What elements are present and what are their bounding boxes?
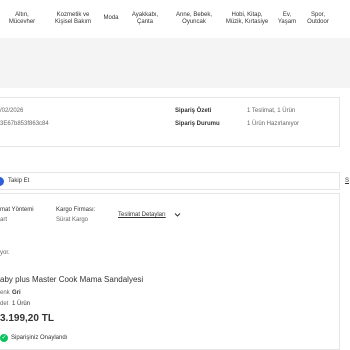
- nav-item-sport-outdoor[interactable]: Spor, Outdoor: [304, 0, 332, 38]
- delivery-method-value: art: [0, 217, 8, 223]
- nav-item-home-living[interactable]: Ev, Yaşam: [274, 0, 300, 38]
- order-status-label: Sipariş Durumu: [175, 121, 220, 127]
- order-status-value: 1 Ürün Hazırlanıyor: [247, 121, 300, 127]
- delivery-method-label: mat Yöntemi: [0, 207, 34, 213]
- order-number: 3E67b853f863c84: [0, 121, 49, 127]
- nav-item-gold-jewelry[interactable]: Altın, Mücevher: [0, 0, 44, 38]
- nav-item-mother-baby[interactable]: Anne, Bebek, Oyuncak: [168, 0, 220, 38]
- product-qty-value: 1 Ürün: [12, 301, 31, 307]
- header-banner-area: [0, 38, 350, 88]
- product-title[interactable]: aby plus Master Cook Mama Sandalyesi: [0, 275, 143, 284]
- delivery-details-link[interactable]: Teslimat Detayları: [118, 212, 166, 219]
- product-color-label: enk: [0, 290, 10, 296]
- order-confirmed-status: Siparişiniz Onaylandı: [11, 335, 68, 341]
- status-note: yor.: [0, 250, 10, 256]
- product-price: 3.199,20 TL: [0, 313, 54, 324]
- product-color-value: Gri: [12, 290, 21, 296]
- follow-button[interactable]: Takip Et: [8, 178, 29, 185]
- nav-item-shoes-bags[interactable]: Ayakkabı, Çanta: [126, 0, 164, 38]
- order-summary-card: /02/2026 3E67b853f863c84 Sipariş Özeti 1…: [0, 97, 340, 147]
- chevron-down-icon[interactable]: [174, 212, 181, 218]
- order-summary-value: 1 Teslimat, 1 Ürün: [247, 108, 296, 114]
- carrier-label: Kargo Firması:: [56, 207, 96, 213]
- delivery-detail-card: [0, 193, 340, 350]
- nav-item-fashion[interactable]: Moda: [100, 0, 122, 38]
- nav-item-cosmetics[interactable]: Kozmetik ve Kişisel Bakım: [47, 0, 99, 38]
- follow-seller-bar: [0, 172, 340, 190]
- order-summary-label: Sipariş Özeti: [175, 108, 212, 114]
- nav-item-hobby-books[interactable]: Hobi, Kitap, Müzik, Kırtasiye: [222, 0, 272, 38]
- product-qty-label: det: [0, 301, 9, 307]
- category-nav: Altın, Mücevher Kozmetik ve Kişisel Bakı…: [0, 0, 350, 39]
- check-circle-icon: ✓: [0, 334, 8, 342]
- seller-link[interactable]: S: [345, 178, 349, 185]
- carrier-value: Sürat Kargo: [56, 217, 89, 223]
- order-date: /02/2026: [0, 108, 24, 114]
